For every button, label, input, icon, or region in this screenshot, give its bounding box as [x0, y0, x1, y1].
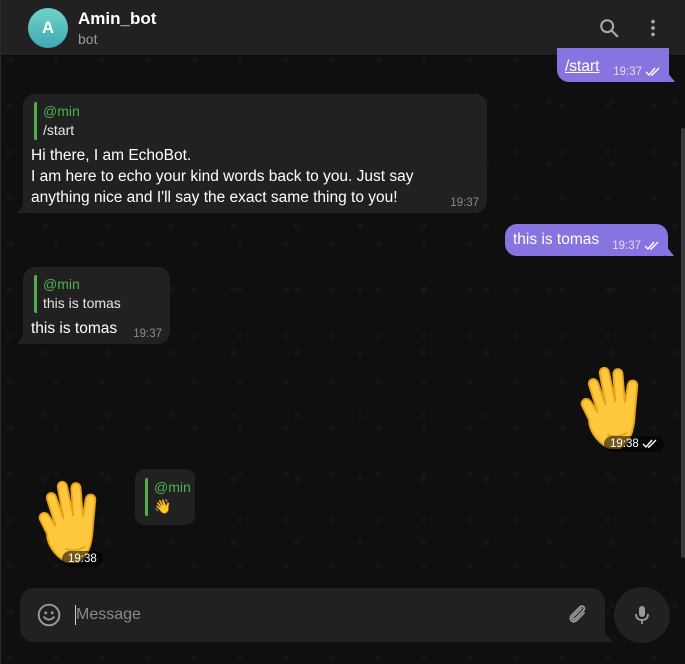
message-line: I am here to echo your kind words back t…	[31, 168, 414, 185]
message-composer	[20, 588, 605, 642]
scrollbar[interactable]	[681, 128, 685, 558]
message-text: this is tomas	[31, 320, 118, 337]
sticker-incoming[interactable]: 19:38	[31, 474, 123, 567]
message-line: Hi there, I am EchoBot.	[31, 147, 192, 164]
emoji-button[interactable]	[36, 602, 62, 628]
message-meta: 19:37	[612, 240, 660, 252]
reply-sender: @min	[43, 276, 80, 292]
message-text: this is tomas	[513, 231, 600, 248]
attach-button[interactable]	[565, 602, 591, 628]
microphone-icon	[635, 606, 649, 624]
reply-preview: @min 👋	[145, 478, 191, 516]
message-line: anything nice and I'll say the exact sam…	[31, 189, 398, 206]
chat-title[interactable]: Amin_bot	[78, 9, 156, 29]
message-meta: 19:37	[450, 197, 479, 209]
chat-window: A Amin_bot bot /start 19:37 @min /start …	[0, 0, 685, 664]
message-bubble-incoming[interactable]: @min /start Hi there, I am EchoBot. I am…	[17, 94, 487, 213]
message-meta: 19:37	[613, 66, 661, 78]
sticker-meta: 19:38	[604, 436, 664, 452]
voice-record-button[interactable]	[614, 587, 670, 643]
reply-preview[interactable]: @min /start	[34, 102, 80, 140]
message-time: 19:38	[610, 438, 639, 450]
sticker-outgoing[interactable]: 19:38	[573, 360, 665, 452]
message-bubble-outgoing[interactable]: /start 19:37	[557, 48, 675, 82]
double-check-icon	[642, 439, 657, 449]
message-time: 19:37	[612, 240, 641, 252]
bubble-tail	[17, 203, 25, 213]
bubble-tail	[667, 72, 675, 82]
message-bubble-outgoing[interactable]: this is tomas 19:37	[505, 224, 674, 256]
more-vertical-icon	[651, 19, 655, 37]
sticker-meta: 19:38	[62, 551, 103, 567]
search-icon	[600, 19, 619, 38]
double-check-icon	[644, 241, 659, 251]
message-time: 19:38	[68, 553, 97, 565]
search-button[interactable]	[595, 14, 623, 42]
double-check-icon	[645, 67, 660, 77]
message-time: 19:37	[450, 197, 479, 209]
reply-preview[interactable]: @min this is tomas	[34, 275, 121, 313]
message-time: 19:37	[133, 328, 162, 340]
sticker-reply-preview[interactable]: @min 👋	[135, 469, 195, 525]
composer-tail	[604, 632, 613, 642]
more-menu-button[interactable]	[639, 14, 667, 42]
emoji-icon	[37, 603, 61, 627]
avatar-letter: A	[41, 18, 55, 37]
reply-text: /start	[43, 122, 75, 138]
reply-sender: @min	[154, 479, 191, 495]
avatar[interactable]: A	[28, 8, 68, 48]
chat-subtitle: bot	[78, 31, 98, 47]
reply-text: this is tomas	[43, 295, 121, 311]
reply-sender: @min	[43, 103, 80, 119]
command-link[interactable]: /start	[565, 58, 599, 75]
message-meta: 19:37	[133, 328, 162, 340]
message-bubble-incoming[interactable]: @min this is tomas this is tomas 19:37	[17, 267, 170, 344]
message-input[interactable]	[76, 602, 546, 628]
reply-text: 👋	[154, 498, 172, 514]
paperclip-icon	[569, 605, 586, 623]
message-time: 19:37	[613, 66, 642, 78]
bubble-tail	[666, 246, 674, 256]
bubble-tail	[17, 334, 25, 344]
